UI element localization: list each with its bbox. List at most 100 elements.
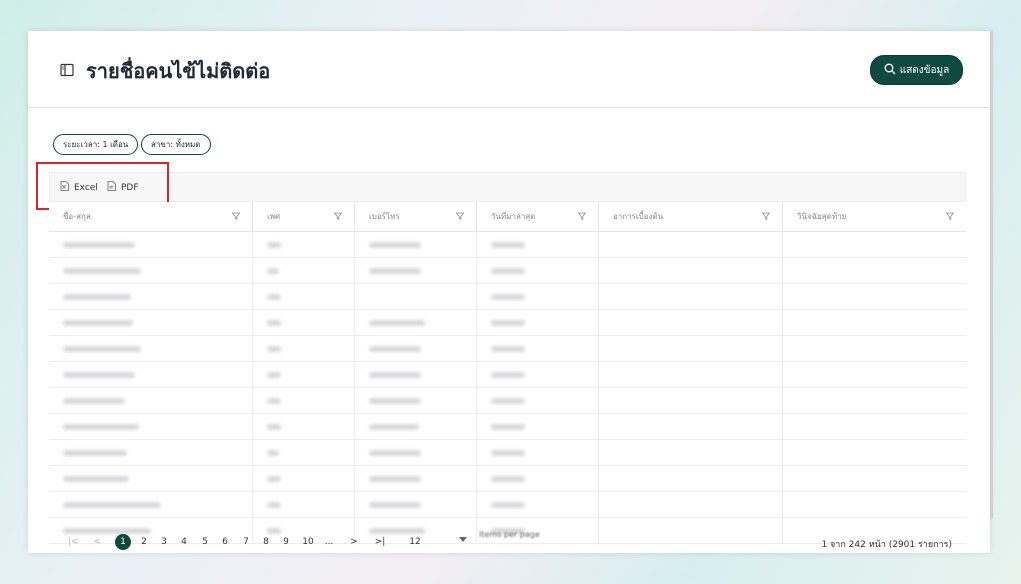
search-icon bbox=[884, 63, 896, 78]
page-button-4[interactable]: 4 bbox=[176, 534, 192, 550]
cell-last-visit bbox=[477, 362, 599, 387]
page-button-7[interactable]: 7 bbox=[238, 534, 254, 550]
cell-gender bbox=[253, 414, 355, 439]
cell-gender bbox=[253, 284, 355, 309]
redacted-value bbox=[63, 267, 141, 274]
table-row[interactable] bbox=[49, 492, 966, 518]
sidebar-toggle-icon[interactable] bbox=[60, 62, 74, 77]
redacted-value bbox=[369, 501, 421, 508]
show-data-button[interactable]: แสดงข้อมูล bbox=[870, 55, 963, 85]
redacted-value bbox=[63, 423, 139, 430]
cell-name bbox=[49, 336, 253, 361]
branch-filter-chip[interactable]: สาขา: ทั้งหมด bbox=[141, 134, 211, 155]
column-header-label: อาการเบื้องต้น bbox=[613, 212, 664, 221]
cell-diagnosis bbox=[783, 310, 966, 335]
cell-last-visit bbox=[477, 232, 599, 257]
cell-gender bbox=[253, 388, 355, 413]
redacted-value bbox=[369, 345, 421, 352]
redacted-value bbox=[267, 449, 279, 456]
pagination: |< < 1 2 3 4 5 6 7 8 9 10 ... > >| 12 It… bbox=[28, 530, 990, 553]
column-header-label: วันที่มาล่าสุด bbox=[491, 212, 536, 221]
table-row[interactable] bbox=[49, 466, 966, 492]
column-header-symptoms[interactable]: อาการเบื้องต้น bbox=[599, 202, 783, 231]
cell-gender bbox=[253, 232, 355, 257]
cell-last-visit bbox=[477, 440, 599, 465]
page-ellipsis-button[interactable]: ... bbox=[321, 534, 337, 550]
table-row[interactable] bbox=[49, 284, 966, 310]
redacted-value bbox=[267, 397, 281, 404]
page-size-label: Items per page bbox=[479, 530, 540, 539]
page-header: รายชื่อคนไข้ไม่ติดต่อ แสดงข้อมูล bbox=[28, 31, 990, 108]
first-page-button[interactable]: |< bbox=[65, 534, 81, 550]
cell-symptoms bbox=[599, 362, 783, 387]
cell-name bbox=[49, 362, 253, 387]
patient-table: ชื่อ-สกุล เพศ เบอร์โทร วันที่มาล่าสุด อา… bbox=[49, 202, 966, 544]
table-row[interactable] bbox=[49, 388, 966, 414]
prev-page-button[interactable]: < bbox=[89, 534, 105, 550]
cell-last-visit bbox=[477, 284, 599, 309]
table-row[interactable] bbox=[49, 362, 966, 388]
cell-phone bbox=[355, 414, 477, 439]
page-button-9[interactable]: 9 bbox=[278, 534, 294, 550]
cell-phone bbox=[355, 362, 477, 387]
filter-icon[interactable] bbox=[333, 212, 343, 220]
cell-name bbox=[49, 466, 253, 491]
page-button-10[interactable]: 10 bbox=[299, 534, 317, 550]
table-row[interactable] bbox=[49, 336, 966, 362]
page-button-2[interactable]: 2 bbox=[136, 534, 152, 550]
page-scrollbar[interactable] bbox=[990, 31, 993, 519]
column-header-diagnosis[interactable]: วินิจฉัยสุดท้าย bbox=[783, 202, 966, 231]
page-size-value[interactable]: 12 bbox=[407, 534, 423, 550]
redacted-value bbox=[63, 501, 161, 508]
cell-last-visit bbox=[477, 310, 599, 335]
column-header-name[interactable]: ชื่อ-สกุล bbox=[49, 202, 253, 231]
last-page-button[interactable]: >| bbox=[372, 534, 388, 550]
period-filter-chip[interactable]: ระยะเวลา: 1 เดือน bbox=[53, 134, 139, 155]
cell-symptoms bbox=[599, 440, 783, 465]
cell-last-visit bbox=[477, 388, 599, 413]
cell-symptoms bbox=[599, 414, 783, 439]
table-row[interactable] bbox=[49, 440, 966, 466]
redacted-value bbox=[63, 345, 141, 352]
cell-name bbox=[49, 284, 253, 309]
page-button-6[interactable]: 6 bbox=[217, 534, 233, 550]
next-page-button[interactable]: > bbox=[346, 534, 362, 550]
redacted-value bbox=[491, 475, 525, 482]
redacted-value bbox=[267, 241, 281, 248]
cell-name bbox=[49, 388, 253, 413]
redacted-value bbox=[267, 501, 281, 508]
filter-icon[interactable] bbox=[231, 212, 241, 220]
cell-symptoms bbox=[599, 232, 783, 257]
redacted-value bbox=[491, 267, 525, 274]
filter-icon[interactable] bbox=[455, 212, 465, 220]
cell-phone bbox=[355, 336, 477, 361]
cell-diagnosis bbox=[783, 466, 966, 491]
page-button-1[interactable]: 1 bbox=[115, 534, 131, 550]
column-header-gender[interactable]: เพศ bbox=[253, 202, 355, 231]
redacted-value bbox=[63, 371, 135, 378]
redacted-value bbox=[369, 267, 421, 274]
filter-icon[interactable] bbox=[577, 212, 587, 220]
column-header-phone[interactable]: เบอร์โทร bbox=[355, 202, 477, 231]
table-row[interactable] bbox=[49, 414, 966, 440]
cell-phone bbox=[355, 388, 477, 413]
cell-gender bbox=[253, 258, 355, 283]
cell-diagnosis bbox=[783, 284, 966, 309]
table-row[interactable] bbox=[49, 232, 966, 258]
page-button-5[interactable]: 5 bbox=[197, 534, 213, 550]
table-row[interactable] bbox=[49, 310, 966, 336]
page-button-8[interactable]: 8 bbox=[258, 534, 274, 550]
cell-last-visit bbox=[477, 414, 599, 439]
page-button-3[interactable]: 3 bbox=[156, 534, 172, 550]
cell-diagnosis bbox=[783, 388, 966, 413]
redacted-value bbox=[63, 293, 131, 300]
table-row[interactable] bbox=[49, 258, 966, 284]
cell-gender bbox=[253, 466, 355, 491]
column-header-last-visit[interactable]: วันที่มาล่าสุด bbox=[477, 202, 599, 231]
show-data-label: แสดงข้อมูล bbox=[899, 64, 950, 76]
page-size-dropdown-icon[interactable] bbox=[459, 537, 467, 542]
column-header-label: ชื่อ-สกุล bbox=[63, 212, 91, 221]
filter-icon[interactable] bbox=[761, 212, 771, 220]
cell-gender bbox=[253, 336, 355, 361]
filter-icon[interactable] bbox=[945, 212, 955, 220]
